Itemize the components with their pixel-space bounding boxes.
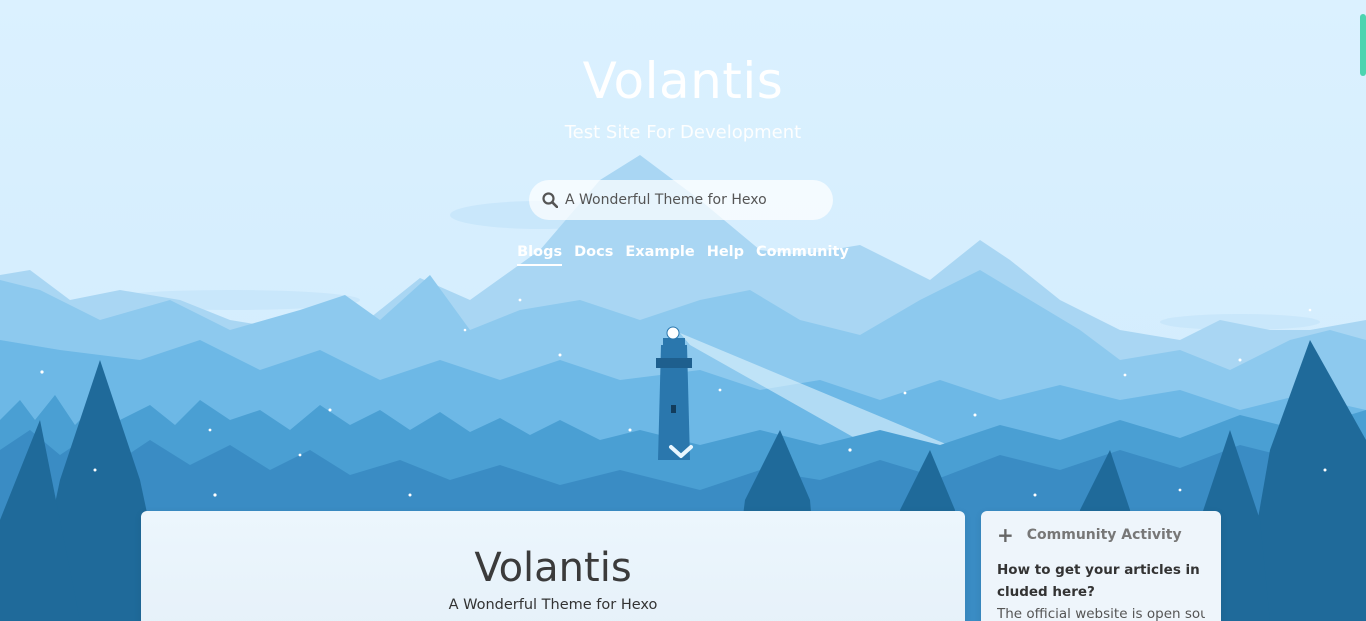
search-input[interactable] bbox=[565, 192, 815, 208]
chevron-down-icon[interactable] bbox=[667, 441, 695, 463]
scrollbar-thumb[interactable] bbox=[1360, 14, 1366, 76]
plus-icon: + bbox=[997, 523, 1014, 547]
nav-item-example[interactable]: Example bbox=[625, 244, 694, 266]
site-title: Volantis bbox=[582, 52, 784, 110]
nav-item-docs[interactable]: Docs bbox=[574, 244, 613, 266]
nav-item-blogs[interactable]: Blogs bbox=[517, 244, 563, 266]
nav-item-help[interactable]: Help bbox=[707, 244, 744, 266]
intro-card: Volantis A Wonderful Theme for Hexo bbox=[141, 511, 965, 621]
widget-title: Community Activity bbox=[1026, 527, 1182, 543]
community-activity-widget: + Community Activity How to get your art… bbox=[981, 511, 1221, 621]
scrollbar[interactable] bbox=[1360, 0, 1366, 621]
card-subtitle: A Wonderful Theme for Hexo bbox=[448, 597, 658, 613]
activity-post-title[interactable]: How to get your articles included here? bbox=[997, 559, 1205, 603]
widget-header[interactable]: + Community Activity bbox=[997, 523, 1205, 547]
site-subtitle: Test Site For Development bbox=[564, 122, 802, 143]
main-nav: Blogs Docs Example Help Community bbox=[0, 244, 1366, 266]
search-icon bbox=[542, 192, 558, 208]
card-title: Volantis bbox=[474, 545, 632, 591]
search-box[interactable] bbox=[529, 180, 833, 220]
activity-post-excerpt: The official website is open sourc bbox=[997, 606, 1205, 621]
nav-item-community[interactable]: Community bbox=[756, 244, 849, 266]
